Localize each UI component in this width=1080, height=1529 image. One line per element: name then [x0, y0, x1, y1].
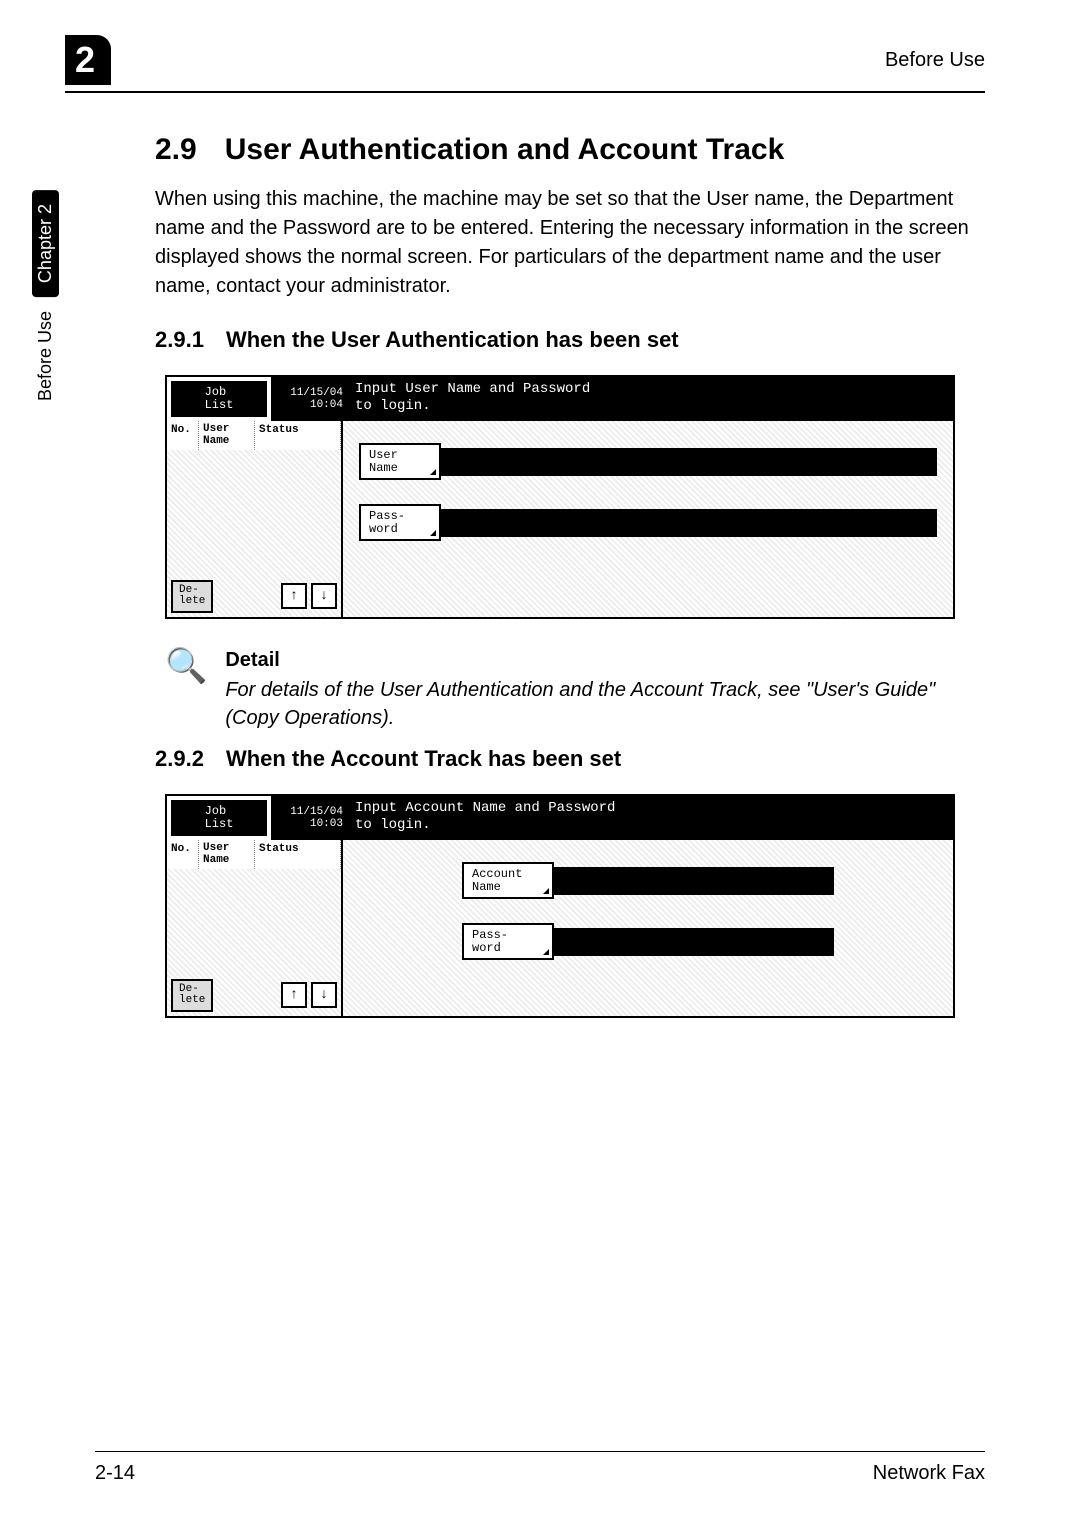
col-status: Status — [255, 840, 341, 869]
col-user: User Name — [199, 840, 255, 869]
scroll-down-button[interactable]: ↓ — [311, 583, 337, 609]
subsection-2-heading: 2.9.2 When the Account Track has been se… — [155, 746, 985, 772]
date-text: 11/15/04 — [290, 387, 343, 399]
side-chapter-label: Chapter 2 — [32, 190, 59, 297]
col-user: User Name — [199, 421, 255, 450]
col-no: No. — [167, 840, 199, 869]
magnifier-icon: 🔍 — [165, 649, 207, 683]
account-name-button[interactable]: Account Name — [462, 862, 554, 899]
section-heading: 2.9 User Authentication and Account Trac… — [155, 133, 985, 167]
scroll-up-button[interactable]: ↑ — [281, 583, 307, 609]
lcd-panel-2: Job List 11/15/04 10:03 Input Account Na… — [165, 794, 985, 1018]
scroll-down-button[interactable]: ↓ — [311, 982, 337, 1008]
password-button[interactable]: Pass- word — [359, 504, 441, 541]
detail-body: For details of the User Authentication a… — [225, 676, 985, 732]
page-header: 2 Before Use — [65, 35, 985, 93]
job-list-pane: No. User Name Status De- lete ↑ ↓ — [167, 840, 343, 1016]
page: 2 Before Use Chapter 2 Before Use 2.9 Us… — [0, 0, 1080, 1529]
col-no: No. — [167, 421, 199, 450]
datetime: 11/15/04 10:04 — [271, 377, 347, 421]
datetime: 11/15/04 10:03 — [271, 796, 347, 840]
lcd-panel-1: Job List 11/15/04 10:04 Input User Name … — [165, 375, 985, 619]
job-list-header: No. User Name Status — [167, 421, 341, 450]
login-prompt: Input User Name and Password to login. — [347, 377, 953, 421]
job-list-header: No. User Name Status — [167, 840, 341, 869]
col-status: Status — [255, 421, 341, 450]
section-number: 2.9 — [155, 133, 197, 167]
job-list-button[interactable]: Job List — [171, 381, 267, 417]
side-section-label: Before Use — [32, 297, 59, 415]
password-input[interactable] — [441, 509, 937, 537]
scroll-up-button[interactable]: ↑ — [281, 982, 307, 1008]
date-text: 11/15/04 — [290, 806, 343, 818]
doc-title: Network Fax — [873, 1462, 985, 1485]
detail-note: 🔍 Detail For details of the User Authent… — [165, 649, 985, 732]
username-input[interactable] — [441, 448, 937, 476]
side-tab: Chapter 2 Before Use — [30, 190, 60, 510]
running-head: Before Use — [885, 49, 985, 72]
subsection-1-title: When the User Authentication has been se… — [226, 327, 679, 353]
subsection-1-heading: 2.9.1 When the User Authentication has b… — [155, 327, 985, 353]
login-prompt: Input Account Name and Password to login… — [347, 796, 953, 840]
subsection-2-title: When the Account Track has been set — [226, 746, 621, 772]
subsection-2-number: 2.9.2 — [155, 746, 204, 772]
job-list-pane: No. User Name Status De- lete ↑ ↓ — [167, 421, 343, 617]
account-name-input[interactable] — [554, 867, 834, 895]
time-text: 10:04 — [310, 399, 343, 411]
job-list-body — [167, 450, 341, 576]
detail-heading: Detail — [225, 649, 985, 672]
login-form: Account Name Pass- word — [343, 840, 953, 1016]
page-number: 2-14 — [95, 1462, 135, 1485]
subsection-1-number: 2.9.1 — [155, 327, 204, 353]
password-button[interactable]: Pass- word — [462, 923, 554, 960]
chapter-badge: 2 — [65, 35, 111, 85]
delete-button[interactable]: De- lete — [171, 580, 213, 613]
job-list-body — [167, 869, 341, 975]
time-text: 10:03 — [310, 818, 343, 830]
login-form: User Name Pass- word — [343, 421, 953, 617]
job-list-button[interactable]: Job List — [171, 800, 267, 836]
username-button[interactable]: User Name — [359, 443, 441, 480]
section-intro: When using this machine, the machine may… — [155, 185, 985, 301]
section-title: User Authentication and Account Track — [225, 133, 785, 167]
delete-button[interactable]: De- lete — [171, 979, 213, 1012]
page-footer: 2-14 Network Fax — [95, 1451, 985, 1485]
content: 2.9 User Authentication and Account Trac… — [155, 133, 985, 1018]
password-input[interactable] — [554, 928, 834, 956]
